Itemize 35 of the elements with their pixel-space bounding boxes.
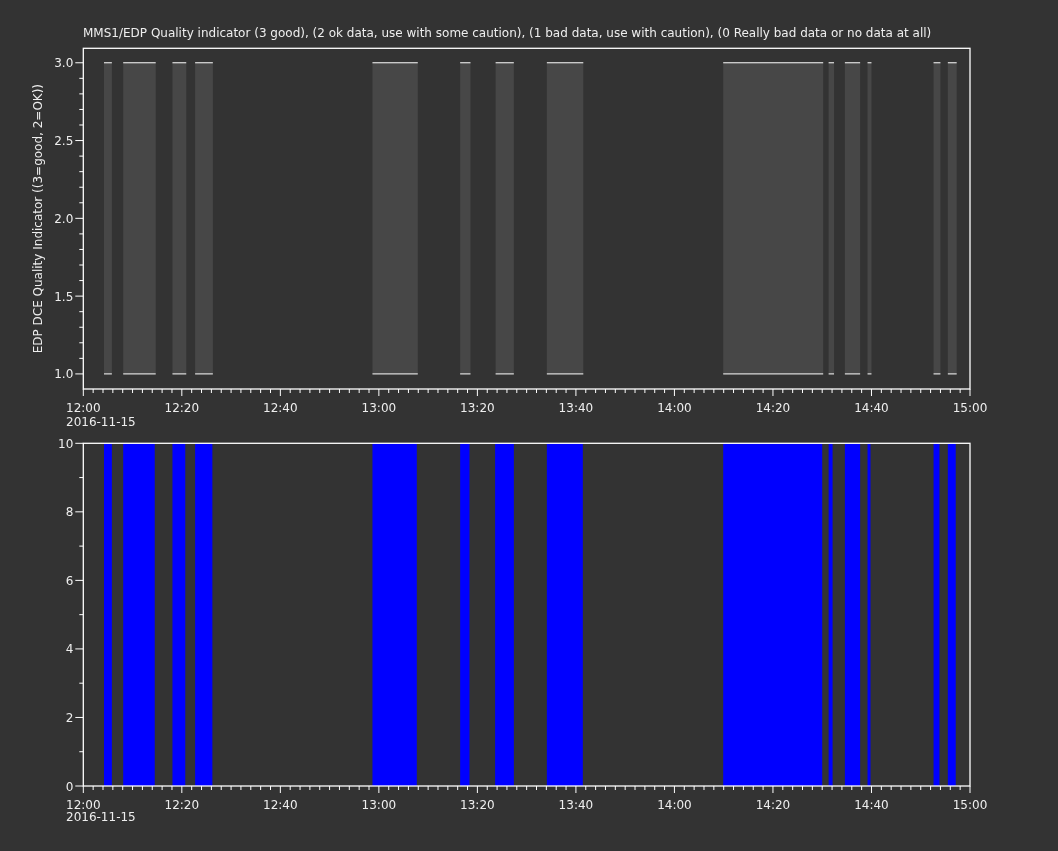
y-axis-label: EDP DCE Quality Indicator ((3=good, 2=OK))	[31, 83, 45, 354]
x-tick-label: 14:20	[755, 798, 791, 812]
x-tick-label: 12:00	[66, 401, 101, 415]
x-tick-label: 14:40	[854, 401, 889, 415]
x-tick-label: 12:20	[164, 798, 200, 812]
x-tick-label: 13:00	[361, 798, 397, 812]
x-tick-label: 12:40	[263, 798, 298, 812]
x-tick-label: 12:00	[66, 798, 101, 812]
date-label: 2016-11-15	[66, 415, 136, 429]
y-tick-label: 3.0	[54, 56, 74, 71]
y-tick-label: 4	[65, 642, 74, 657]
y-tick-label: 2.0	[54, 211, 74, 226]
y-tick-label: 8	[65, 505, 74, 520]
x-tick-label: 13:00	[361, 401, 397, 415]
x-tick-label: 15:00	[952, 798, 988, 812]
x-tick-label: 13:40	[558, 798, 594, 812]
x-tick-label: 12:20	[164, 401, 200, 415]
y-tick-label: 2.5	[54, 134, 74, 149]
y-tick-label: 10	[58, 436, 74, 451]
y-tick-label: 1.5	[54, 289, 74, 304]
x-tick-label: 12:40	[263, 401, 298, 415]
x-tick-label: 14:00	[657, 798, 692, 812]
x-tick-label: 14:40	[854, 798, 889, 812]
y-tick-label: 6	[65, 573, 74, 588]
x-tick-label: 13:20	[460, 401, 495, 415]
x-tick-label: 15:00	[952, 401, 988, 415]
y-tick-label: 1.0	[54, 367, 74, 382]
y-tick-label: 2	[65, 710, 74, 725]
plot-title: MMS1/EDP Quality indicator (3 good), (2 ok data, use with some caution), (1 bad data, use with caution), (0 Really bad data or no data at all)	[83, 26, 932, 40]
x-tick-label: 13:20	[460, 798, 495, 812]
y-tick-label: 0	[65, 779, 74, 794]
x-tick-label: 14:00	[657, 401, 692, 415]
date-label: 2016-11-15	[66, 810, 136, 824]
x-tick-label: 13:40	[558, 401, 594, 415]
x-tick-label: 14:20	[755, 401, 791, 415]
